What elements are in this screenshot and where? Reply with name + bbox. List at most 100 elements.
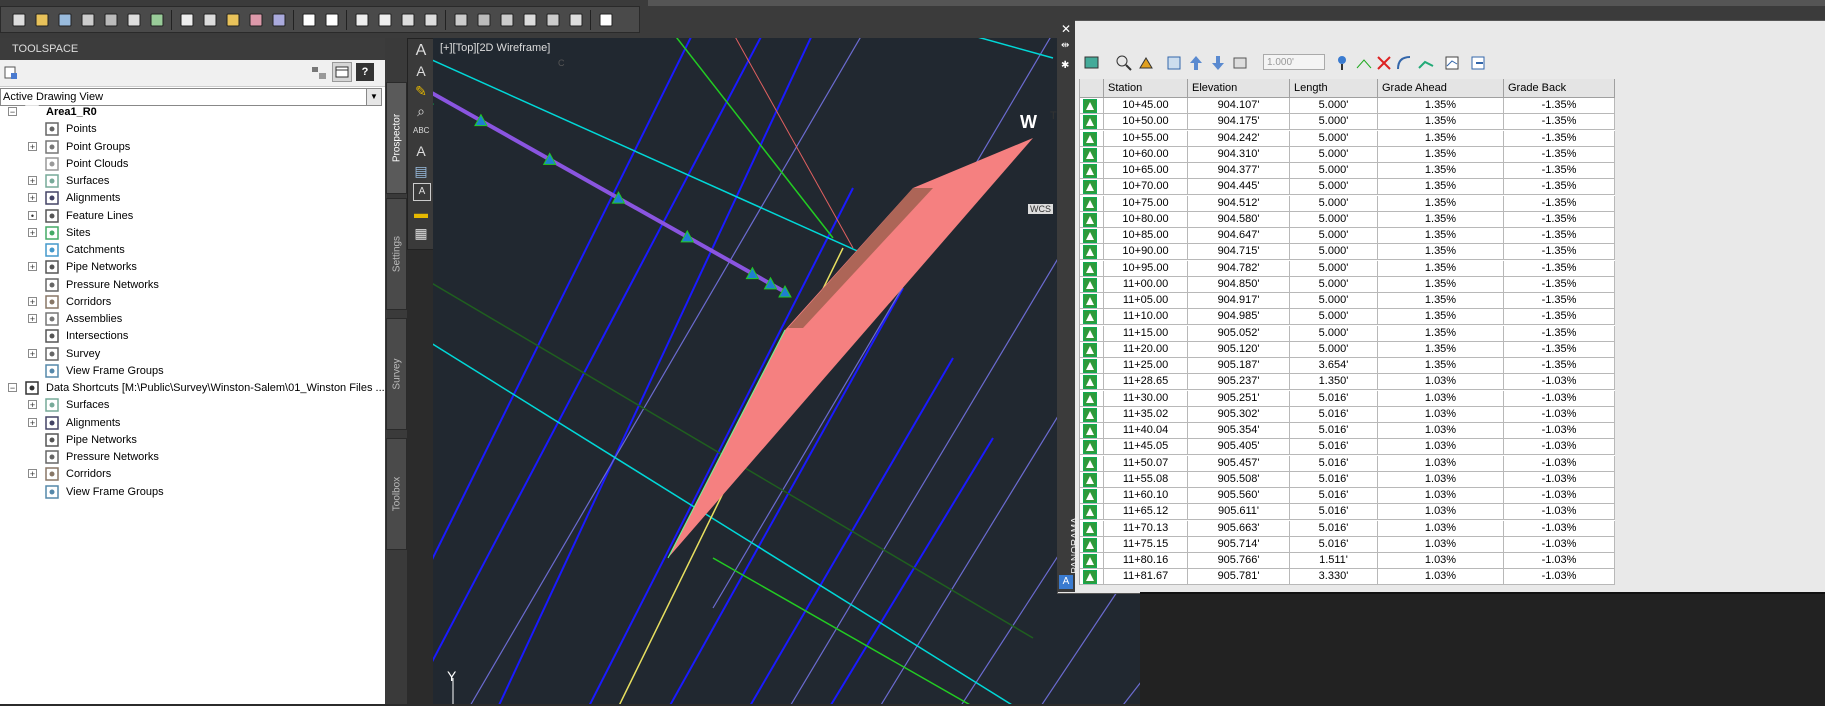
cell-grade-ahead[interactable]: 1.35% — [1378, 309, 1504, 326]
cell-elevation[interactable]: 905.611' — [1188, 504, 1290, 521]
cell-elevation[interactable]: 905.052' — [1188, 325, 1290, 342]
cell-station[interactable]: 11+00.00 — [1104, 276, 1188, 293]
cell-grade-back[interactable]: -1.35% — [1504, 211, 1615, 228]
table-row[interactable]: 11+28.65 905.237' 1.350' 1.03% -1.03% — [1080, 374, 1615, 391]
cell-length[interactable]: 5.016' — [1290, 520, 1378, 537]
cell-elevation[interactable]: 904.917' — [1188, 293, 1290, 309]
cell-elevation[interactable]: 904.647' — [1188, 228, 1290, 244]
open-icon[interactable] — [32, 10, 51, 29]
expand-icon[interactable]: + — [28, 227, 37, 237]
auto-hide-icon[interactable]: ⇹ — [1061, 40, 1069, 51]
help-icon[interactable] — [596, 10, 615, 29]
cell-station[interactable]: 11+15.00 — [1104, 325, 1188, 342]
elevation-from-surface-icon[interactable] — [1417, 54, 1435, 72]
cell-grade-ahead[interactable]: 1.03% — [1378, 406, 1504, 423]
cell-elevation[interactable]: 905.251' — [1188, 390, 1290, 407]
cell-grade-ahead[interactable]: 1.35% — [1378, 260, 1504, 277]
zoom-realtime-icon[interactable] — [375, 10, 394, 29]
cell-length[interactable]: 5.000' — [1290, 179, 1378, 196]
cell-elevation[interactable]: 905.237' — [1188, 374, 1290, 391]
cell-grade-back[interactable]: -1.35% — [1504, 163, 1615, 179]
cell-grade-ahead[interactable]: 1.35% — [1378, 276, 1504, 293]
cell-elevation[interactable]: 905.766' — [1188, 553, 1290, 569]
cell-length[interactable]: 5.000' — [1290, 130, 1378, 147]
tab-settings[interactable]: Settings — [386, 198, 407, 310]
justify-icon[interactable]: ▤ — [413, 163, 429, 179]
expand-icon[interactable]: + — [28, 469, 37, 479]
cell-station[interactable]: 11+05.00 — [1104, 293, 1188, 309]
cell-elevation[interactable]: 904.242' — [1188, 130, 1290, 147]
cell-grade-back[interactable]: -1.03% — [1504, 390, 1615, 407]
cell-station[interactable]: 11+70.13 — [1104, 520, 1188, 537]
cell-grade-ahead[interactable]: 1.35% — [1378, 228, 1504, 244]
cell-grade-back[interactable]: -1.03% — [1504, 553, 1615, 569]
quick-profile-icon[interactable] — [1443, 54, 1461, 72]
table-row[interactable]: 10+85.00 904.647' 5.000' 1.35% -1.35% — [1080, 228, 1615, 244]
viewcube-west[interactable]: W — [1020, 112, 1037, 133]
cell-grade-ahead[interactable]: 1.35% — [1378, 244, 1504, 261]
cell-length[interactable]: 5.016' — [1290, 390, 1378, 407]
table-row[interactable]: 10+70.00 904.445' 5.000' 1.35% -1.35% — [1080, 179, 1615, 196]
cell-station[interactable]: 11+10.00 — [1104, 309, 1188, 326]
print-icon[interactable] — [78, 10, 97, 29]
cell-length[interactable]: 5.000' — [1290, 325, 1378, 342]
cell-elevation[interactable]: 905.560' — [1188, 488, 1290, 504]
cell-grade-back[interactable]: -1.35% — [1504, 276, 1615, 293]
cell-elevation[interactable]: 904.850' — [1188, 276, 1290, 293]
table-row[interactable]: 11+80.16 905.766' 1.511' 1.03% -1.03% — [1080, 553, 1615, 569]
cell-length[interactable]: 5.000' — [1290, 293, 1378, 309]
cell-length[interactable]: 5.000' — [1290, 146, 1378, 163]
cell-grade-back[interactable]: -1.03% — [1504, 455, 1615, 472]
cell-station[interactable]: 10+60.00 — [1104, 146, 1188, 163]
cell-grade-back[interactable]: -1.03% — [1504, 374, 1615, 391]
delete-pi-icon[interactable] — [1375, 54, 1393, 72]
table-row[interactable]: 11+20.00 905.120' 5.000' 1.35% -1.35% — [1080, 341, 1615, 358]
sheet-set-icon[interactable] — [520, 10, 539, 29]
cell-grade-ahead[interactable]: 1.03% — [1378, 423, 1504, 439]
cell-grade-ahead[interactable]: 1.35% — [1378, 211, 1504, 228]
cell-length[interactable]: 5.016' — [1290, 488, 1378, 504]
civil-icon[interactable]: A — [1059, 575, 1073, 589]
cell-grade-ahead[interactable]: 1.35% — [1378, 341, 1504, 358]
cell-length[interactable]: 1.511' — [1290, 553, 1378, 569]
cell-elevation[interactable]: 904.782' — [1188, 260, 1290, 277]
cell-grade-back[interactable]: -1.03% — [1504, 471, 1615, 488]
lower-icon[interactable] — [1209, 54, 1227, 72]
cell-station[interactable]: 10+65.00 — [1104, 163, 1188, 179]
cell-length[interactable]: 5.000' — [1290, 114, 1378, 131]
table-row[interactable]: 11+35.02 905.302' 5.016' 1.03% -1.03% — [1080, 406, 1615, 423]
cell-station[interactable]: 11+45.05 — [1104, 439, 1188, 456]
column-header-length[interactable]: Length — [1290, 79, 1378, 98]
feature-line[interactable] — [433, 88, 786, 294]
cell-length[interactable]: 5.000' — [1290, 98, 1378, 114]
cell-grade-back[interactable]: -1.35% — [1504, 325, 1615, 342]
tool-palettes-icon[interactable] — [497, 10, 516, 29]
cell-elevation[interactable]: 905.508' — [1188, 471, 1290, 488]
cell-length[interactable]: 5.000' — [1290, 276, 1378, 293]
column-header-elevation[interactable]: Elevation — [1188, 79, 1290, 98]
table-row[interactable]: 10+80.00 904.580' 5.000' 1.35% -1.35% — [1080, 211, 1615, 228]
table-row[interactable]: 11+81.67 905.781' 3.330' 1.03% -1.03% — [1080, 569, 1615, 585]
cell-station[interactable]: 11+35.02 — [1104, 406, 1188, 423]
column-header-grade-ahead[interactable]: Grade Ahead — [1378, 79, 1504, 98]
cell-station[interactable]: 11+81.67 — [1104, 569, 1188, 585]
cell-grade-back[interactable]: -1.35% — [1504, 130, 1615, 147]
cell-grade-back[interactable]: -1.35% — [1504, 293, 1615, 309]
cell-grade-back[interactable]: -1.35% — [1504, 358, 1615, 374]
close-icon[interactable]: ✕ — [1061, 22, 1071, 36]
collapse-icon[interactable]: − — [8, 107, 17, 117]
table-row[interactable]: 11+60.10 905.560' 5.016' 1.03% -1.03% — [1080, 488, 1615, 504]
cell-station[interactable]: 11+65.12 — [1104, 504, 1188, 521]
cell-grade-ahead[interactable]: 1.35% — [1378, 358, 1504, 374]
cell-grade-back[interactable]: -1.35% — [1504, 341, 1615, 358]
cell-grade-back[interactable]: -1.03% — [1504, 488, 1615, 504]
cell-grade-ahead[interactable]: 1.35% — [1378, 163, 1504, 179]
cell-length[interactable]: 5.016' — [1290, 406, 1378, 423]
cell-grade-back[interactable]: -1.03% — [1504, 504, 1615, 521]
export-icon[interactable] — [1469, 54, 1487, 72]
cell-grade-back[interactable]: -1.03% — [1504, 536, 1615, 553]
cell-grade-back[interactable]: -1.35% — [1504, 114, 1615, 131]
cell-length[interactable]: 5.000' — [1290, 163, 1378, 179]
expand-icon[interactable]: + — [28, 417, 37, 427]
cell-grade-back[interactable]: -1.35% — [1504, 98, 1615, 114]
